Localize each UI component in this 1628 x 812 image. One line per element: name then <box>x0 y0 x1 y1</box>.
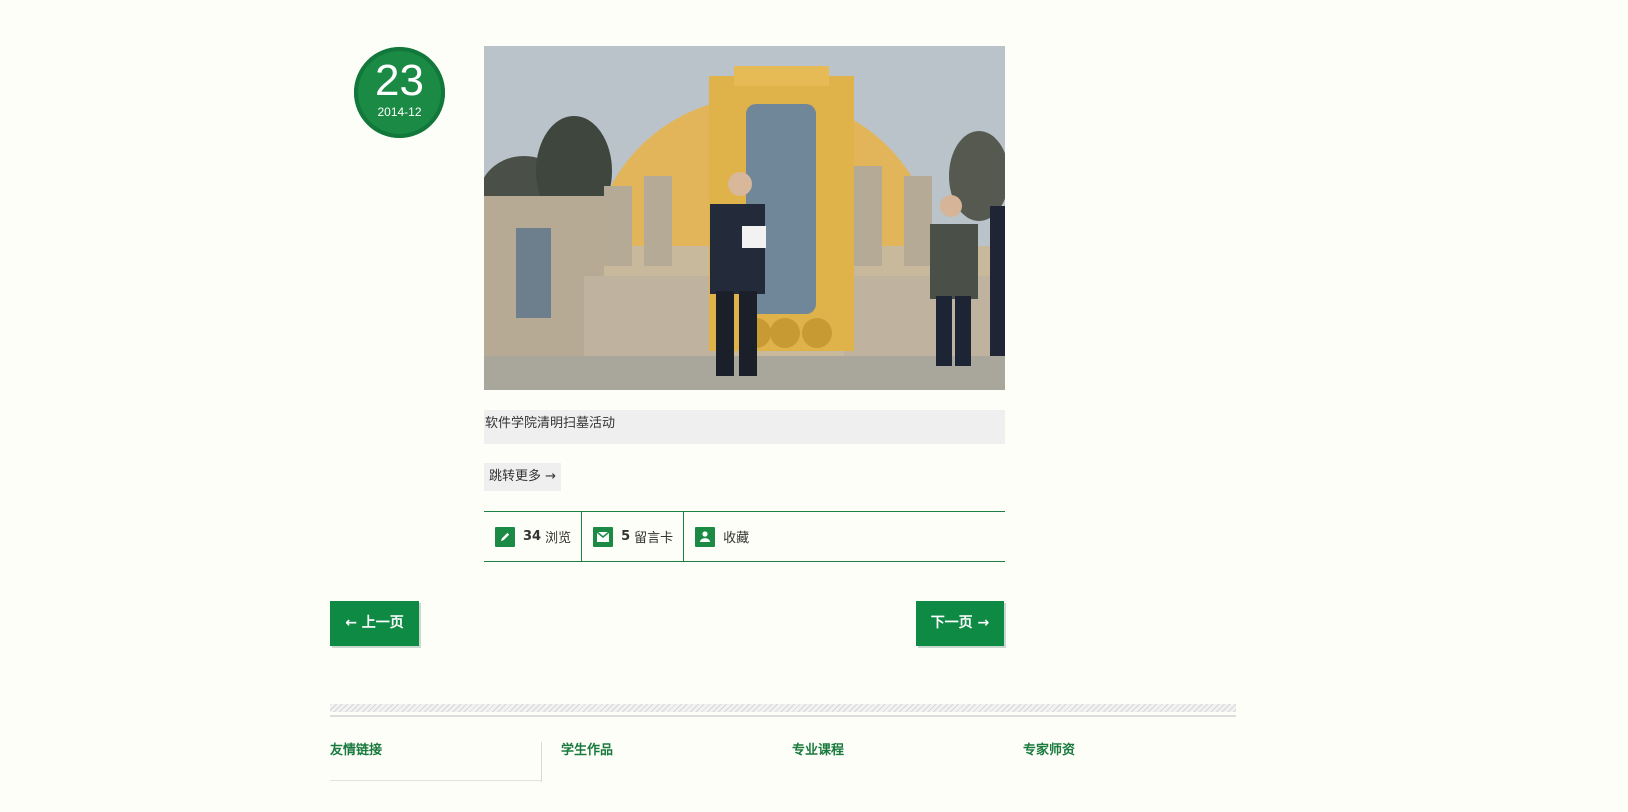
prev-page-button[interactable]: ← 上一页 <box>330 601 419 646</box>
footer-divider-pattern <box>330 704 1236 712</box>
user-icon <box>695 526 716 547</box>
footer-heading-underline <box>330 780 541 781</box>
stat-favorite-label: 收藏 <box>723 531 750 546</box>
stat-views-count: 34 <box>523 529 542 544</box>
footer-divider-line <box>330 715 1236 717</box>
stat-views[interactable]: 34 浏览 <box>484 512 583 561</box>
footer-heading-links[interactable]: 友情链接 <box>330 742 382 760</box>
stat-views-label: 浏览 <box>545 531 572 546</box>
footer-heading-teachers[interactable]: 专家师资 <box>1023 742 1075 760</box>
footer-heading-courses[interactable]: 专业课程 <box>792 742 844 760</box>
stat-favorite[interactable]: 收藏 <box>684 512 759 561</box>
stat-comments[interactable]: 5 留言卡 <box>582 512 685 561</box>
footer-column-separator <box>541 742 542 782</box>
envelope-icon <box>593 526 614 547</box>
post-date-year-month: 2014-12 <box>377 105 422 119</box>
post-photo[interactable] <box>484 46 1005 390</box>
footer-columns: 友情链接 学生作品 专业课程 专家师资 <box>330 742 1236 812</box>
post-date-badge: 23 2014-12 <box>354 47 445 138</box>
post-title[interactable]: 软件学院清明扫墓活动 <box>484 410 1005 444</box>
pencil-icon <box>495 526 515 547</box>
stat-comments-count: 5 <box>621 529 631 544</box>
footer-heading-student-works[interactable]: 学生作品 <box>561 742 613 760</box>
next-page-button[interactable]: 下一页 → <box>916 601 1004 646</box>
post-date-day: 23 <box>375 56 424 105</box>
stat-comments-label: 留言卡 <box>634 531 674 546</box>
read-more-button[interactable]: 跳转更多 → <box>484 463 562 491</box>
post-stats-bar: 34 浏览 5 留言卡 收藏 <box>484 511 1005 562</box>
